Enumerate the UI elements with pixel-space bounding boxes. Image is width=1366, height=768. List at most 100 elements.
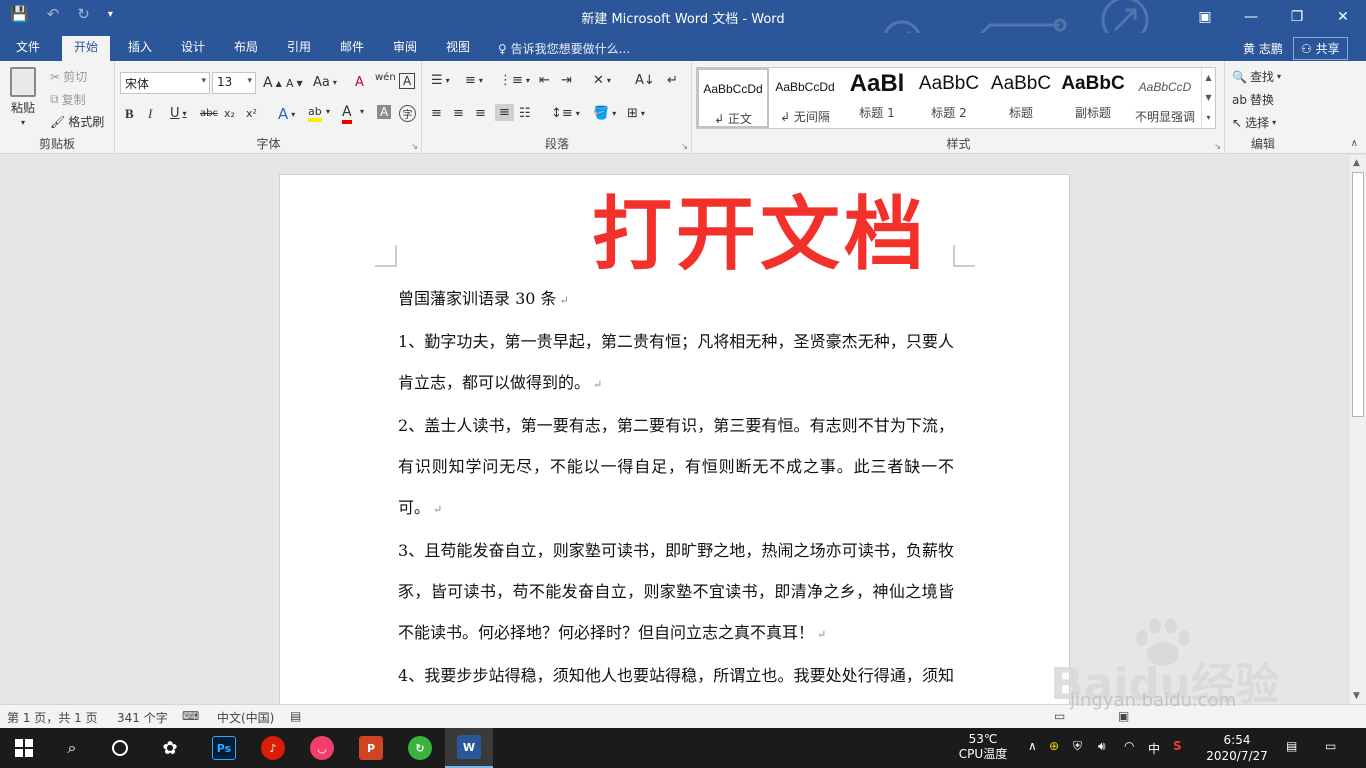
cpu-temp-widget[interactable]: 53℃ CPU温度: [958, 732, 1008, 768]
distributed-button[interactable]: ☷: [519, 106, 531, 121]
align-left-button[interactable]: ≡: [431, 106, 442, 121]
taskbar-app-powerpoint[interactable]: P: [347, 728, 395, 768]
search-button[interactable]: ⌕: [48, 728, 96, 768]
notes-icon[interactable]: ▤: [1286, 739, 1297, 768]
security-icon[interactable]: ⛨: [1073, 739, 1082, 768]
align-right-button[interactable]: ≡: [475, 106, 486, 121]
strikethrough-button[interactable]: abc: [200, 108, 218, 119]
font-name-select[interactable]: 宋体 ▾: [120, 72, 210, 94]
macro-icon[interactable]: ▤: [290, 709, 301, 723]
collapse-ribbon-icon[interactable]: ∧: [1351, 138, 1358, 149]
superscript-button[interactable]: x²: [246, 107, 257, 120]
proofing-icon[interactable]: ⌨: [182, 709, 199, 723]
font-size-select[interactable]: 13 ▾: [212, 72, 256, 94]
minimize-button[interactable]: —: [1228, 0, 1274, 33]
borders-button[interactable]: ⊞ ▾: [627, 106, 645, 121]
select-button[interactable]: ↖ 选择 ▾: [1232, 114, 1276, 131]
chevron-down-icon[interactable]: ▾: [360, 107, 364, 116]
taskbar-app-music[interactable]: ♪: [249, 728, 297, 768]
line-spacing-button[interactable]: ↕≡ ▾: [551, 106, 580, 121]
language[interactable]: 中文(中国): [217, 709, 274, 726]
scroll-up-icon[interactable]: ▲: [1353, 158, 1360, 168]
show-marks-button[interactable]: ↵: [667, 73, 678, 88]
volume-icon[interactable]: 🔊︎: [1098, 739, 1106, 768]
chinese-layout-button[interactable]: ✕ ▾: [593, 73, 611, 88]
increase-indent-button[interactable]: ⇥: [561, 73, 572, 88]
close-button[interactable]: ✕: [1320, 0, 1366, 33]
tray-expand-icon[interactable]: ∧: [1028, 739, 1037, 768]
clear-format-button[interactable]: A: [355, 75, 364, 90]
style-normal[interactable]: AaBbCcDd ↲ 正文: [697, 68, 769, 128]
styles-scroll[interactable]: ▲ ▼ ▾: [1201, 68, 1215, 128]
shading-button[interactable]: 🪣 ▾: [593, 106, 616, 121]
justify-button[interactable]: ≡: [495, 104, 514, 121]
scroll-down-icon[interactable]: ▼: [1353, 691, 1360, 701]
ime-indicator[interactable]: 中: [1148, 740, 1160, 768]
tab-references[interactable]: 引用: [275, 37, 323, 61]
subscript-button[interactable]: x₂: [224, 107, 235, 120]
sogou-icon[interactable]: S: [1173, 739, 1182, 768]
copy-button[interactable]: ⧉ 复制: [50, 91, 86, 108]
tab-file[interactable]: 文件: [4, 37, 52, 61]
chevron-down-icon[interactable]: ▾: [326, 107, 330, 116]
phonetic-guide-button[interactable]: wén: [375, 72, 396, 83]
dialog-launcher-icon[interactable]: ↘: [681, 142, 688, 151]
style-heading2[interactable]: AaBbC 标题 2: [913, 68, 985, 128]
enclose-char-button[interactable]: 字: [399, 105, 416, 122]
tab-design[interactable]: 设计: [169, 37, 217, 61]
ribbon-display-button[interactable]: ▣: [1182, 0, 1228, 33]
tray-app-icon[interactable]: ⊕: [1049, 739, 1059, 768]
bullets-button[interactable]: ☰ ▾: [431, 73, 450, 88]
char-border-button[interactable]: A: [399, 73, 416, 89]
taskbar-app-360[interactable]: ↻: [396, 728, 444, 768]
wifi-icon[interactable]: ◠: [1124, 739, 1134, 768]
grow-font-button[interactable]: A ▲: [263, 75, 282, 91]
tab-insert[interactable]: 插入: [116, 37, 164, 61]
cortana-button[interactable]: [96, 728, 144, 768]
paste-button[interactable]: 粘贴 ▾: [10, 67, 36, 127]
bold-button[interactable]: B: [125, 106, 134, 122]
tab-mailings[interactable]: 邮件: [328, 37, 376, 61]
numbering-button[interactable]: ≡ ▾: [465, 73, 483, 88]
shrink-font-button[interactable]: A ▼: [286, 77, 303, 90]
highlight-button[interactable]: ab: [308, 105, 322, 122]
multilevel-list-button[interactable]: ⋮≡ ▾: [499, 73, 530, 88]
user-name[interactable]: 黄 志鹏: [1243, 40, 1283, 57]
task-view-button[interactable]: ✿: [146, 728, 194, 768]
taskbar-app-bilibili[interactable]: ◡: [298, 728, 346, 768]
sort-button[interactable]: A↓: [635, 73, 655, 88]
share-button[interactable]: ⚇ 共享: [1293, 37, 1348, 60]
scroll-thumb[interactable]: [1352, 172, 1364, 417]
char-shading-button[interactable]: A: [377, 105, 392, 119]
tab-home[interactable]: 开始: [62, 36, 111, 61]
tab-view[interactable]: 视图: [434, 37, 482, 61]
decrease-indent-button[interactable]: ⇤: [539, 73, 550, 88]
font-color-button[interactable]: A: [342, 104, 352, 124]
document-body[interactable]: 曾国藩家训语录 30 条 ↵ 1、勤字功夫，第一贵早起，第二贵有恒；凡将相无种，圣…: [398, 278, 954, 737]
clock[interactable]: 6:54 2020/7/27: [1203, 732, 1271, 768]
format-painter-button[interactable]: 🖌 格式刷: [50, 113, 104, 130]
start-button[interactable]: [0, 728, 48, 768]
style-title[interactable]: AaBbC 标题: [985, 68, 1057, 128]
dialog-launcher-icon[interactable]: ↘: [1214, 142, 1221, 151]
text-effects-button[interactable]: A ▾: [278, 105, 295, 123]
cut-button[interactable]: ✂ 剪切: [50, 68, 87, 85]
italic-button[interactable]: I: [148, 106, 152, 122]
tab-review[interactable]: 审阅: [381, 37, 429, 61]
taskbar-app-photoshop[interactable]: Ps: [200, 728, 248, 768]
tab-layout[interactable]: 布局: [222, 37, 270, 61]
style-heading1[interactable]: AaBl 标题 1: [841, 68, 913, 128]
dialog-launcher-icon[interactable]: ↘: [411, 142, 418, 151]
find-button[interactable]: 🔍 查找 ▾: [1232, 68, 1281, 85]
underline-button[interactable]: U ▾: [170, 106, 187, 121]
word-count[interactable]: 341 个字: [117, 709, 168, 726]
notification-icon[interactable]: ▭: [1325, 739, 1336, 768]
change-case-button[interactable]: Aa ▾: [313, 75, 337, 90]
align-center-button[interactable]: ≡: [453, 106, 464, 121]
taskbar-app-word[interactable]: W: [445, 728, 493, 768]
style-no-spacing[interactable]: AaBbCcDd ↲ 无间隔: [769, 68, 841, 128]
style-subtle-emphasis[interactable]: AaBbCcD 不明显强调: [1129, 68, 1201, 128]
restore-button[interactable]: ❐: [1274, 0, 1320, 33]
style-subtitle[interactable]: AaBbC 副标题: [1057, 68, 1129, 128]
replace-button[interactable]: ab 替换: [1232, 91, 1274, 108]
